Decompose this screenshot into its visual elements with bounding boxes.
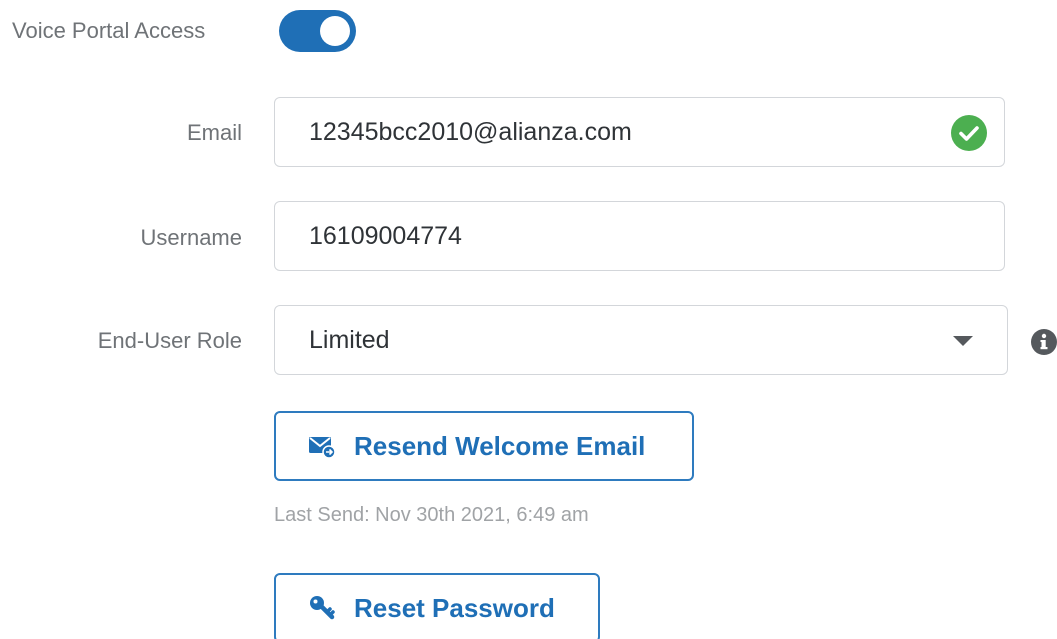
info-circle-icon[interactable] [1031, 329, 1057, 355]
key-icon [310, 596, 335, 620]
voice-portal-toggle[interactable] [279, 10, 356, 52]
role-selected-value: Limited [309, 326, 390, 354]
voice-portal-label: Voice Portal Access [12, 18, 206, 43]
end-user-role-select[interactable]: Limited [274, 305, 1008, 375]
email-label: Email [186, 120, 242, 145]
reset-password-label: Reset Password [354, 592, 555, 623]
check-circle-icon [951, 115, 987, 151]
email-field-container [274, 97, 1005, 167]
toggle-knob [320, 16, 350, 46]
username-field-container [274, 201, 1005, 271]
email-field[interactable] [309, 98, 909, 166]
last-send-timestamp: Last Send: Nov 30th 2021, 6:49 am [274, 504, 589, 526]
username-label: Username [140, 225, 242, 250]
resend-welcome-email-button[interactable]: Resend Welcome Email [274, 411, 694, 481]
voice-portal-settings-panel: Voice Portal Access Email Username End-U… [0, 0, 1057, 639]
reset-password-button[interactable]: Reset Password [274, 573, 600, 639]
caret-down-icon [953, 336, 973, 346]
username-field[interactable] [309, 202, 909, 270]
resend-welcome-email-label: Resend Welcome Email [354, 430, 646, 461]
mail-forward-icon [309, 437, 336, 459]
end-user-role-label: End-User Role [97, 328, 242, 353]
